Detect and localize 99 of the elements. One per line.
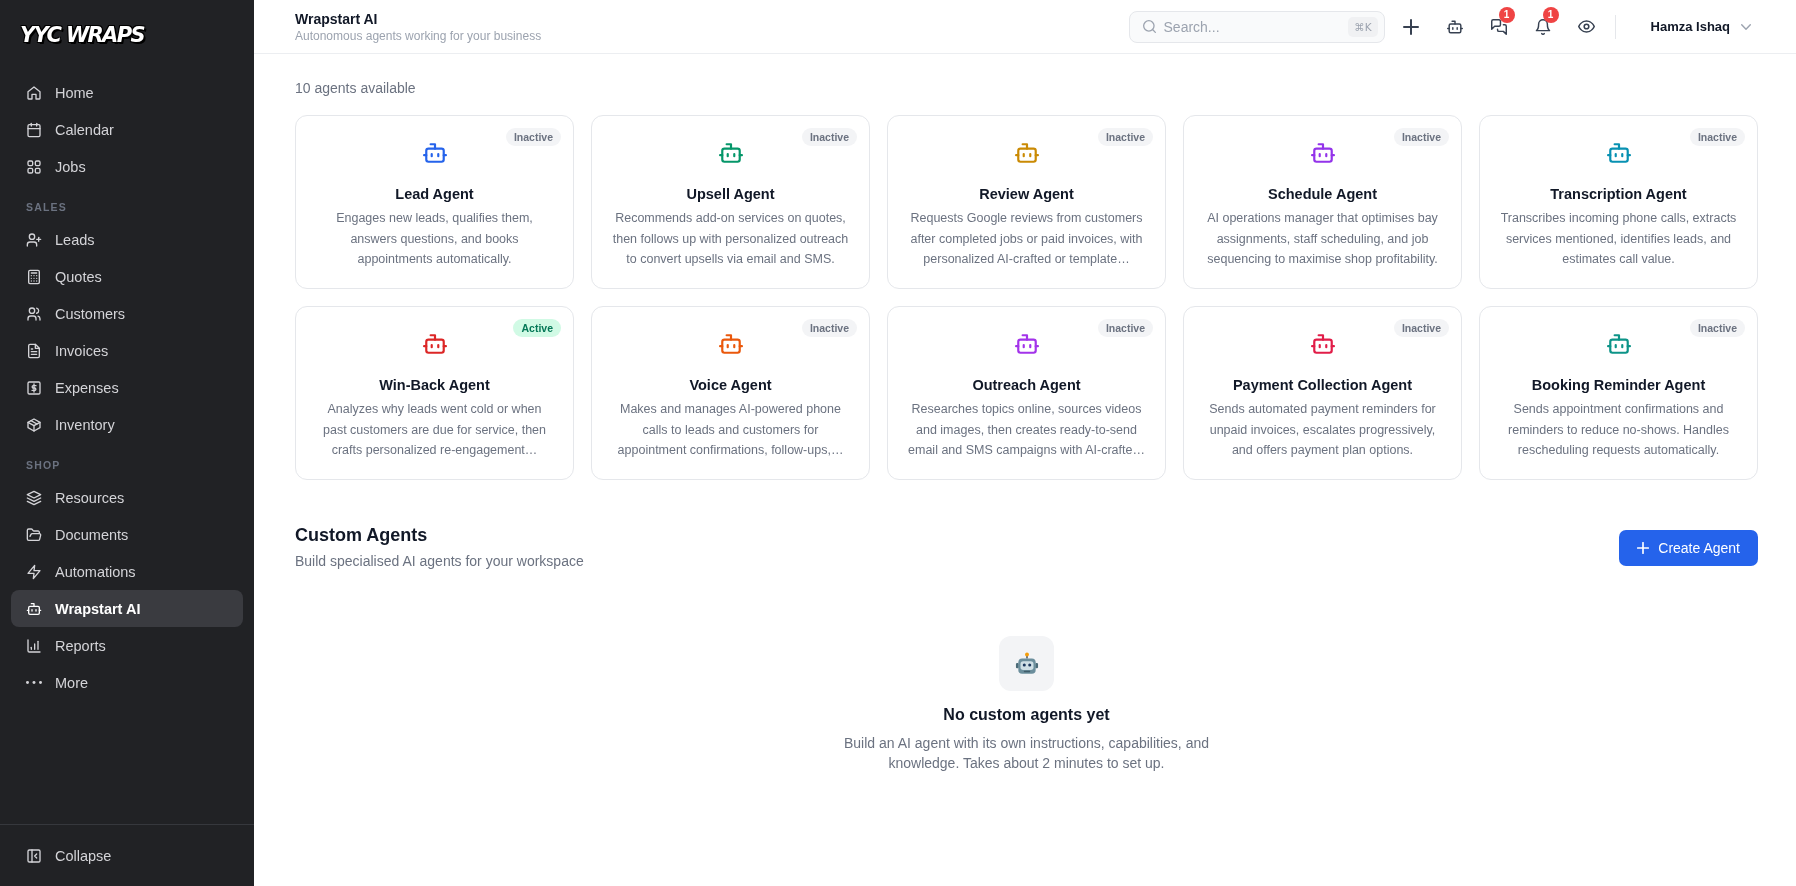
grid-icon <box>26 158 42 175</box>
robot-icon <box>26 600 42 617</box>
messages-button[interactable]: 1 <box>1482 6 1515 47</box>
page-title: Wrapstart AI <box>295 9 379 28</box>
more-icon <box>26 681 42 684</box>
agent-description: Researches topics online, sources videos and images, then creates ready-to-send email and SMS campaigns with AI-crafte… <box>907 401 1146 459</box>
sidebar-item[interactable]: Invoices <box>11 332 243 369</box>
sidebar-item[interactable]: Automations <box>11 553 243 590</box>
agent-description: Recommends add-on services on quotes, then follows up with personalized outreach to convert upsells via email and SMS. <box>611 210 850 268</box>
panel-collapse-icon <box>26 847 42 864</box>
layers-icon <box>26 489 42 506</box>
agent-name: Lead Agent <box>395 185 474 204</box>
agent-description: Requests Google reviews from customers after completed jobs or paid invoices, with personalized AI-crafted or template… <box>909 210 1144 268</box>
agent-card[interactable]: Inactive Payment Collection Agent Sends automated payment reminders for unpaid invoices, escalates progressively, and offers payment plan options. <box>1183 306 1462 480</box>
agent-description: Sends appointment confirmations and reminders to reduce no-shows. Handles rescheduling requests automatically. <box>1507 401 1730 459</box>
sidebar-item[interactable]: More <box>11 664 243 701</box>
status-badge: Inactive <box>801 128 857 146</box>
status-badge: Inactive <box>1689 128 1745 146</box>
sidebar-item[interactable]: Calendar <box>11 111 243 148</box>
sidebar-item[interactable]: Inventory <box>11 406 243 443</box>
status-badge: Inactive <box>801 319 857 337</box>
notifications-button[interactable]: 1 <box>1526 6 1559 47</box>
empty-state-title: No custom agents yet <box>943 705 1110 725</box>
user-plus-icon <box>26 231 42 248</box>
agent-description: AI operations manager that optimises bay assignments, staff scheduling, and job sequencing to maximise shop profitability. <box>1206 210 1439 268</box>
agent-description: Sends automated payment reminders for unpaid invoices, escalates progressively, and offers payment plan options. <box>1208 401 1437 459</box>
agent-card[interactable]: Inactive Booking Reminder Agent Sends appointment confirmations and reminders to reduce no-shows. Handles rescheduling requests automatically. <box>1479 306 1758 480</box>
agent-count: 10 agents available <box>295 79 417 98</box>
bar-chart-icon <box>26 637 42 654</box>
status-badge: Inactive <box>1393 128 1449 146</box>
document-icon <box>26 342 42 359</box>
message-count-badge: 1 <box>1498 6 1515 23</box>
chevron-down-icon <box>1741 23 1751 30</box>
agent-card[interactable]: Inactive Schedule Agent AI operations manager that optimises bay assignments, staff scheduling, and job sequencing to maximise shop profitability. <box>1183 115 1462 289</box>
agent-description: Transcribes incoming phone calls, extracts services mentioned, identifies leads, and estimates call value. <box>1499 210 1738 268</box>
empty-state-description: Build an AI agent with its own instructions, capabilities, and knowledge. Takes about 2 minutes to set up. <box>844 734 1209 773</box>
sidebar-item[interactable]: Resources <box>11 479 243 516</box>
agent-description: Analyzes why leads went cold or when past customers are due for service, then crafts personalized re-engagement… <box>322 401 547 459</box>
sidebar-item[interactable]: Expenses <box>11 369 243 406</box>
collapse-button[interactable]: Collapse <box>11 837 243 874</box>
section-heading: SALES <box>25 200 68 214</box>
calendar-icon <box>26 121 42 138</box>
agent-name: Booking Reminder Agent <box>1531 376 1706 395</box>
logo: YYC WRAPS <box>20 22 145 49</box>
chat-icon <box>1490 18 1507 35</box>
plus-icon <box>1637 541 1650 554</box>
create-agent-button[interactable]: Create Agent <box>1619 529 1758 566</box>
agent-card[interactable]: Inactive Transcription Agent Transcribes incoming phone calls, extracts services mentioned, identifies leads, and estimates call value. <box>1479 115 1758 289</box>
status-badge: Inactive <box>1689 319 1745 337</box>
agent-name: Schedule Agent <box>1267 185 1377 204</box>
sidebar-item[interactable]: Quotes <box>11 258 243 295</box>
folder-icon <box>26 526 42 543</box>
agent-card[interactable]: Inactive Outreach Agent Researches topics online, sources videos and images, then creates ready-to-send email and SMS campaigns with AI-crafte… <box>887 306 1166 480</box>
sidebar-item[interactable]: Leads <box>11 221 243 258</box>
section-heading: SHOP <box>25 458 62 472</box>
search-input[interactable]: Search... <box>1163 16 1341 37</box>
sidebar-item[interactable]: Documents <box>11 516 243 553</box>
agent-name: Outreach Agent <box>972 376 1081 395</box>
shortcut-hint: ⌘K <box>1348 16 1378 37</box>
agent-card[interactable]: Inactive Review Agent Requests Google reviews from customers after completed jobs or paid invoices, with personalized AI-crafted or template… <box>887 115 1166 289</box>
search-icon <box>1142 20 1156 33</box>
agent-name: Transcription Agent <box>1550 185 1687 204</box>
section-title: Custom Agents <box>295 524 429 546</box>
agent-card[interactable]: Inactive Upsell Agent Recommends add-on services on quotes, then follows up with personalized outreach to convert upsells via email and SMS. <box>591 115 870 289</box>
agent-name: Review Agent <box>979 185 1074 204</box>
sidebar-item[interactable]: Wrapstart AI <box>11 590 243 627</box>
agent-description: Engages new leads, qualifies them, answers questions, and books appointments automatically. <box>335 210 534 268</box>
sidebar-item[interactable]: Reports <box>11 627 243 664</box>
lightning-icon <box>26 563 42 580</box>
notification-count-badge: 1 <box>1542 6 1559 23</box>
agent-card[interactable]: Active Win-Back Agent Analyzes why leads went cold or when past customers are due for service, then crafts personalized re-engagement… <box>295 306 574 480</box>
status-badge: Inactive <box>1393 319 1449 337</box>
user-menu[interactable]: Hamza Ishaq <box>1650 19 1751 34</box>
section-subtitle: Build specialised AI agents for your workspace <box>295 552 584 571</box>
agent-description: Makes and manages AI-powered phone calls to leads and customers for appointment confirmations, follow-ups,… <box>616 401 845 459</box>
agent-name: Win-Back Agent <box>379 376 490 395</box>
status-badge: Inactive <box>1097 128 1153 146</box>
sidebar-item[interactable]: Jobs <box>11 148 243 185</box>
eye-icon <box>1578 20 1595 33</box>
plus-icon <box>1402 18 1419 35</box>
home-icon <box>26 84 42 101</box>
agent-card[interactable]: Inactive Lead Agent Engages new leads, qualifies them, answers questions, and books appointments automatically. <box>295 115 574 289</box>
agent-card[interactable]: Inactive Voice Agent Makes and manages AI-powered phone calls to leads and customers for appointment confirmations, follow-ups,… <box>591 306 870 480</box>
status-badge: Inactive <box>505 128 561 146</box>
sidebar-item[interactable]: Home <box>11 74 243 111</box>
robot-icon <box>999 636 1054 691</box>
sidebar-item[interactable]: Customers <box>11 295 243 332</box>
package-icon <box>26 416 42 433</box>
bell-icon <box>1534 18 1551 35</box>
calculator-icon <box>26 268 42 285</box>
agent-name: Upsell Agent <box>686 185 775 204</box>
agent-name: Voice Agent <box>689 376 772 395</box>
status-badge: Inactive <box>1097 319 1153 337</box>
status-badge: Active <box>513 319 561 337</box>
robot-icon <box>1446 18 1463 35</box>
users-icon <box>26 305 42 322</box>
page-subtitle: Autonomous agents working for your business <box>295 27 543 44</box>
dollar-icon <box>26 379 42 396</box>
agent-name: Payment Collection Agent <box>1232 376 1413 395</box>
